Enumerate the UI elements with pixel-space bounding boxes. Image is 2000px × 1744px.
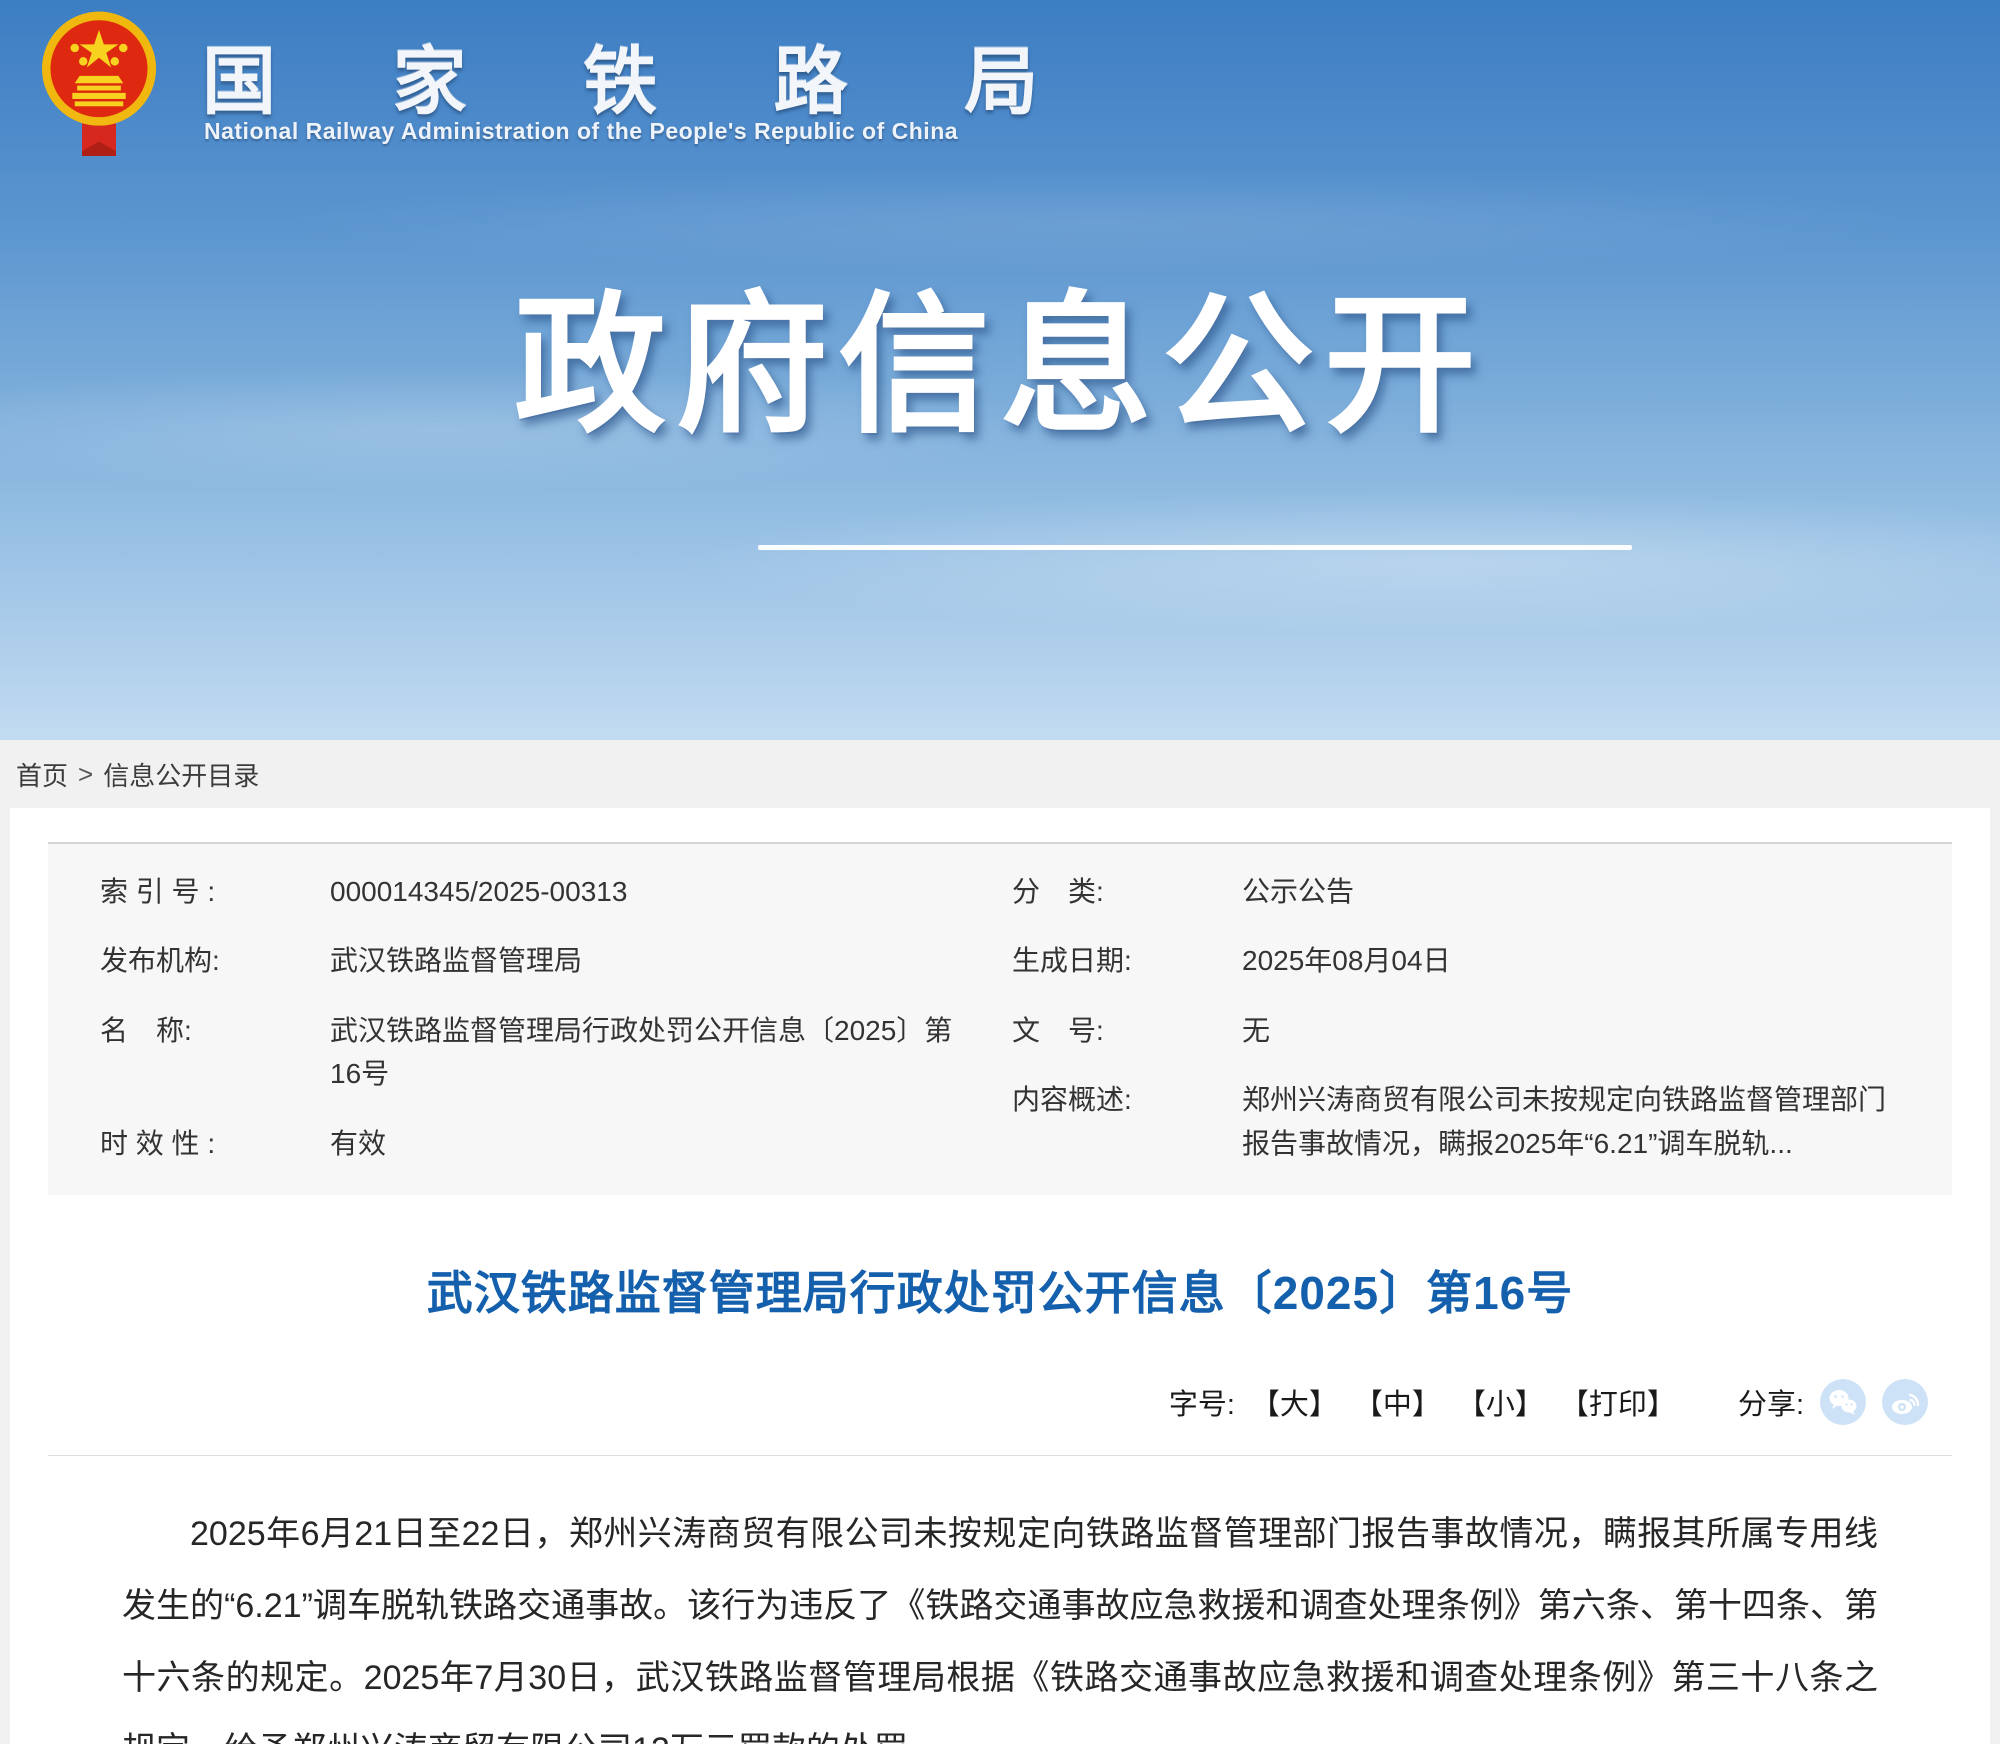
meta-value: 武汉铁路监督管理局行政处罚公开信息〔2025〕第16号	[330, 1009, 970, 1096]
meta-row-validity: 时 效 性 : 有效	[100, 1122, 970, 1165]
meta-label: 内容概述:	[1012, 1078, 1242, 1165]
meta-label: 文 号:	[1012, 1009, 1242, 1052]
meta-value: 000014345/2025-00313	[330, 870, 970, 913]
meta-row-issuing-agency: 发布机构: 武汉铁路监督管理局	[100, 939, 970, 982]
font-size-label: 字号:	[1169, 1381, 1235, 1423]
meta-label: 索 引 号 :	[100, 870, 330, 913]
font-size-small-button[interactable]: 【小】	[1457, 1381, 1544, 1423]
site-name: 国 家 铁 路 局	[202, 22, 1086, 129]
meta-value: 公示公告	[1242, 870, 1912, 913]
meta-label: 名 称:	[100, 1009, 330, 1096]
meta-value: 郑州兴涛商贸有限公司未按规定向铁路监督管理部门报告事故情况，瞒报2025年“6.…	[1242, 1078, 1912, 1165]
meta-value: 武汉铁路监督管理局	[330, 939, 970, 982]
content-card: 索 引 号 : 000014345/2025-00313 发布机构: 武汉铁路监…	[10, 808, 1990, 1744]
meta-value: 无	[1242, 1009, 1912, 1052]
china-national-emblem-icon	[38, 8, 160, 156]
meta-row-publish-date: 生成日期: 2025年08月04日	[1012, 939, 1912, 982]
banner-title: 政府信息公开	[0, 242, 2000, 462]
banner-underline	[758, 545, 1632, 550]
meta-label: 分 类:	[1012, 870, 1242, 913]
font-size-large-button[interactable]: 【大】	[1251, 1381, 1338, 1423]
meta-value: 2025年08月04日	[1242, 939, 1912, 982]
article-toolbar: 字号: 【大】 【中】 【小】 【打印】 分享:	[10, 1379, 1990, 1425]
breadcrumb-current-link[interactable]: 信息公开目录	[103, 756, 259, 793]
meta-row-document-name: 名 称: 武汉铁路监督管理局行政处罚公开信息〔2025〕第16号	[100, 1009, 970, 1096]
print-button[interactable]: 【打印】	[1560, 1381, 1676, 1423]
article-body: 2025年6月21日至22日，郑州兴涛商贸有限公司未按规定向铁路监督管理部门报告…	[10, 1456, 1990, 1744]
site-name-english: National Railway Administration of the P…	[204, 118, 958, 145]
share-label: 分享:	[1738, 1381, 1804, 1423]
meta-row-document-number: 文 号: 无	[1012, 1009, 1912, 1052]
weibo-share-icon[interactable]	[1882, 1379, 1928, 1425]
meta-row-category: 分 类: 公示公告	[1012, 870, 1912, 913]
breadcrumb: 首页 > 信息公开目录	[0, 740, 2000, 808]
article-title: 武汉铁路监督管理局行政处罚公开信息〔2025〕第16号	[10, 1257, 1990, 1323]
meta-table-right-column: 分 类: 公示公告 生成日期: 2025年08月04日 文 号: 无 内容概述:…	[1000, 870, 1952, 1165]
breadcrumb-separator: >	[78, 759, 93, 790]
site-banner: 国 家 铁 路 局 National Railway Administratio…	[0, 0, 2000, 740]
meta-table: 索 引 号 : 000014345/2025-00313 发布机构: 武汉铁路监…	[48, 842, 1952, 1195]
meta-row-content-summary: 内容概述: 郑州兴涛商贸有限公司未按规定向铁路监督管理部门报告事故情况，瞒报20…	[1012, 1078, 1912, 1165]
font-size-medium-button[interactable]: 【中】	[1354, 1381, 1441, 1423]
wechat-share-icon[interactable]	[1820, 1379, 1866, 1425]
meta-value: 有效	[330, 1122, 970, 1165]
meta-table-left-column: 索 引 号 : 000014345/2025-00313 发布机构: 武汉铁路监…	[48, 870, 1000, 1165]
meta-label: 发布机构:	[100, 939, 330, 982]
meta-label: 生成日期:	[1012, 939, 1242, 982]
meta-row-index-number: 索 引 号 : 000014345/2025-00313	[100, 870, 970, 913]
meta-label: 时 效 性 :	[100, 1122, 330, 1165]
breadcrumb-home-link[interactable]: 首页	[16, 756, 68, 793]
